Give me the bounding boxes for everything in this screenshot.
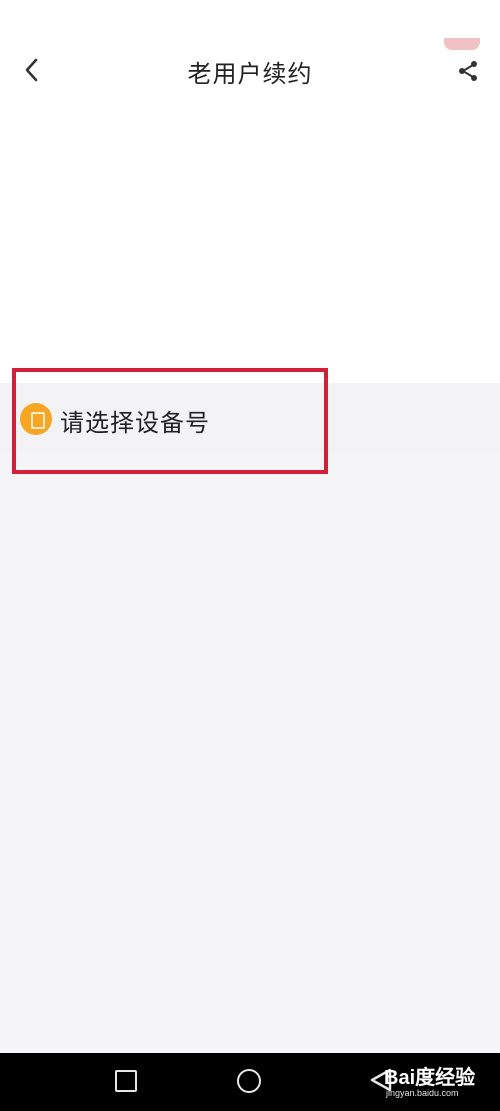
back-arrow-icon: [25, 58, 38, 82]
content-top-area: [0, 140, 500, 383]
app-screen: 老用户续约 请选择设备号 Bai度经验 jingyan.baidu.com: [0, 0, 500, 1111]
back-button[interactable]: [14, 52, 50, 88]
circle-icon[interactable]: [237, 1069, 261, 1093]
watermark-sub: jingyan.baidu.com: [386, 1088, 459, 1098]
device-selector-label: 请选择设备号: [60, 409, 210, 437]
share-button[interactable]: [448, 52, 488, 90]
page-title: 老用户续约: [187, 60, 313, 88]
watermark-main: Bai度经验: [384, 1067, 476, 1089]
top-bar: 老用户续约: [0, 0, 500, 140]
content-background: [0, 383, 500, 1053]
notification-mark: [444, 38, 480, 50]
watermark: Bai度经验 jingyan.baidu.com: [384, 1055, 494, 1107]
share-icon: [459, 61, 477, 81]
device-selector-row[interactable]: 请选择设备号: [0, 383, 500, 453]
device-icon: [20, 403, 52, 435]
square-icon[interactable]: [115, 1070, 137, 1092]
